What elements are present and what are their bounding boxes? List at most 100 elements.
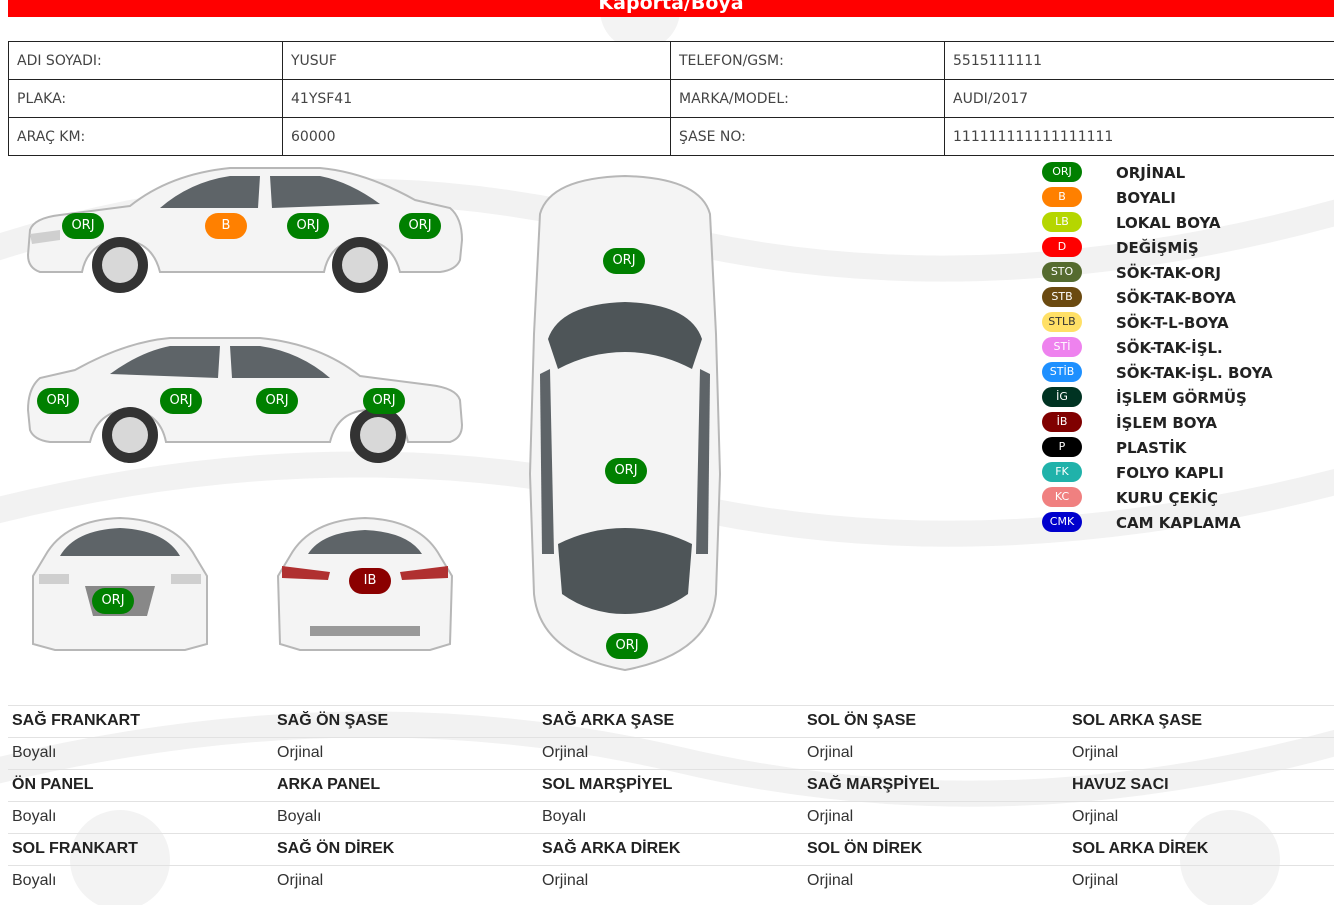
part-name: SOL MARŞPİYEL (542, 776, 673, 793)
left-front-fender-badge[interactable]: ORJ (363, 388, 405, 414)
part-status: Boyalı (277, 808, 322, 825)
legend-swatch: ORJ (1042, 162, 1082, 182)
legend-swatch: STB (1042, 287, 1082, 307)
legend-item: CMK CAM KAPLAMA (1040, 511, 1330, 536)
customer-info-table: ADI SOYADI: YUSUF TELEFON/GSM: 551511111… (8, 41, 1334, 156)
legend-label: LOKAL BOYA (1116, 214, 1221, 232)
parts-header-row: ÖN PANEL ARKA PANEL SOL MARŞPİYEL SAĞ MARŞP… (8, 769, 1334, 801)
legend-swatch: KC (1042, 487, 1082, 507)
legend-label: CAM KAPLAMA (1116, 514, 1241, 532)
part-status: Orjinal (277, 872, 324, 889)
customer-name-label: ADI SOYADI: (8, 41, 283, 80)
page-title-bar: Kaporta/Boya (8, 0, 1334, 17)
part-name: ARKA PANEL (277, 776, 381, 793)
legend-item: STİ SÖK-TAK-İŞL. (1040, 336, 1330, 361)
legend-item: STİB SÖK-TAK-İŞL. BOYA (1040, 361, 1330, 386)
part-status: Orjinal (807, 808, 854, 825)
front-bumper-badge[interactable]: ORJ (92, 588, 134, 614)
legend-swatch: İG (1042, 387, 1082, 407)
legend-swatch: CMK (1042, 512, 1082, 532)
legend-swatch: P (1042, 437, 1082, 457)
part-name: SOL FRANKART (12, 840, 138, 857)
part-status: Boyalı (12, 744, 57, 761)
part-name: SAĞ ARKA ŞASE (542, 712, 675, 729)
table-row: ARAÇ KM: 60000 ŞASE NO: 1111111111111111… (8, 117, 1334, 156)
legend-label: İŞLEM BOYA (1116, 414, 1218, 432)
part-name: SAĞ FRANKART (12, 712, 140, 729)
part-name: SOL ÖN DİREK (807, 840, 923, 857)
legend-swatch: D (1042, 237, 1082, 257)
left-rear-fender-badge[interactable]: ORJ (37, 388, 79, 414)
part-name: SAĞ ÖN ŞASE (277, 712, 389, 729)
part-name: SAĞ MARŞPİYEL (807, 776, 940, 793)
phone-label: TELEFON/GSM: (670, 41, 945, 80)
mileage-value: 60000 (282, 117, 671, 156)
top-roof-badge[interactable]: ORJ (605, 458, 647, 484)
left-front-door-badge[interactable]: ORJ (256, 388, 298, 414)
rear-trunk-badge[interactable]: IB (349, 568, 391, 594)
part-name: SOL ÖN ŞASE (807, 712, 917, 729)
parts-value-row: Boyalı Orjinal Orjinal Orjinal Orjinal (8, 737, 1334, 769)
legend-item: ORJ ORJİNAL (1040, 161, 1330, 186)
car-front-image (32, 516, 208, 651)
legend-item: D DEĞİŞMİŞ (1040, 236, 1330, 261)
parts-value-row: Boyalı Orjinal Orjinal Orjinal Orjinal (8, 865, 1334, 897)
part-name: SOL ARKA DİREK (1072, 840, 1209, 857)
parts-status-table: SAĞ FRANKART SAĞ ÖN ŞASE SAĞ ARKA ŞASE SOL … (8, 705, 1334, 897)
legend-label: SÖK-TAK-İŞL. BOYA (1116, 364, 1273, 382)
parts-header-row: SAĞ FRANKART SAĞ ÖN ŞASE SAĞ ARKA ŞASE SOL … (8, 705, 1334, 737)
legend-swatch: STO (1042, 262, 1082, 282)
legend-label: FOLYO KAPLI (1116, 464, 1224, 482)
parts-header-row: SOL FRANKART SAĞ ÖN DİREK SAĞ ARKA DİREK SO… (8, 833, 1334, 865)
part-status: Orjinal (807, 744, 854, 761)
mileage-label: ARAÇ KM: (8, 117, 283, 156)
legend-swatch: İB (1042, 412, 1082, 432)
part-status: Boyalı (12, 808, 57, 825)
brand-model-value: AUDI/2017 (944, 79, 1334, 118)
plate-label: PLAKA: (8, 79, 283, 118)
customer-name-value: YUSUF (282, 41, 671, 80)
legend-label: SÖK-TAK-ORJ (1116, 264, 1221, 282)
legend-item: STLB SÖK-T-L-BOYA (1040, 311, 1330, 336)
legend-label: BOYALI (1116, 189, 1176, 207)
part-name: HAVUZ SACI (1072, 776, 1169, 793)
legend-swatch: STİ (1042, 337, 1082, 357)
part-status: Orjinal (1072, 872, 1119, 889)
chassis-label: ŞASE NO: (670, 117, 945, 156)
part-status: Orjinal (542, 872, 589, 889)
plate-value: 41YSF41 (282, 79, 671, 118)
legend-swatch: STLB (1042, 312, 1082, 332)
legend-label: İŞLEM GÖRMÜŞ (1116, 389, 1247, 407)
page-title: Kaporta/Boya (598, 0, 744, 14)
right-rear-fender-badge[interactable]: ORJ (399, 213, 441, 239)
legend-label: PLASTİK (1116, 439, 1187, 457)
right-front-fender-badge[interactable]: ORJ (62, 213, 104, 239)
legend-swatch: STİB (1042, 362, 1082, 382)
phone-value: 5515111111 (944, 41, 1334, 80)
left-rear-door-badge[interactable]: ORJ (160, 388, 202, 414)
chassis-value: 111111111111111111 (944, 117, 1334, 156)
car-damage-diagram: ORJ B ORJ ORJ ORJ ORJ ORJ ORJ ORJ IB ORJ… (0, 158, 1000, 688)
right-rear-door-badge[interactable]: ORJ (287, 213, 329, 239)
part-status: Orjinal (807, 872, 854, 889)
part-status: Boyalı (12, 872, 57, 889)
legend-item: KC KURU ÇEKİÇ (1040, 486, 1330, 511)
table-row: ADI SOYADI: YUSUF TELEFON/GSM: 551511111… (8, 41, 1334, 80)
legend-swatch: LB (1042, 212, 1082, 232)
brand-model-label: MARKA/MODEL: (670, 79, 945, 118)
part-status: Orjinal (1072, 744, 1119, 761)
part-name: SOL ARKA ŞASE (1072, 712, 1203, 729)
legend-label: SÖK-TAK-İŞL. (1116, 339, 1223, 357)
top-hood-badge[interactable]: ORJ (603, 248, 645, 274)
legend-label: DEĞİŞMİŞ (1116, 239, 1199, 257)
legend-item: İG İŞLEM GÖRMÜŞ (1040, 386, 1330, 411)
part-status: Orjinal (1072, 808, 1119, 825)
legend-label: SÖK-TAK-BOYA (1116, 289, 1236, 307)
legend-item: FK FOLYO KAPLI (1040, 461, 1330, 486)
legend-item: STO SÖK-TAK-ORJ (1040, 261, 1330, 286)
right-front-door-badge[interactable]: B (205, 213, 247, 239)
top-trunk-badge[interactable]: ORJ (606, 633, 648, 659)
legend-item: STB SÖK-TAK-BOYA (1040, 286, 1330, 311)
table-row: PLAKA: 41YSF41 MARKA/MODEL: AUDI/2017 (8, 79, 1334, 118)
legend-item: B BOYALI (1040, 186, 1330, 211)
